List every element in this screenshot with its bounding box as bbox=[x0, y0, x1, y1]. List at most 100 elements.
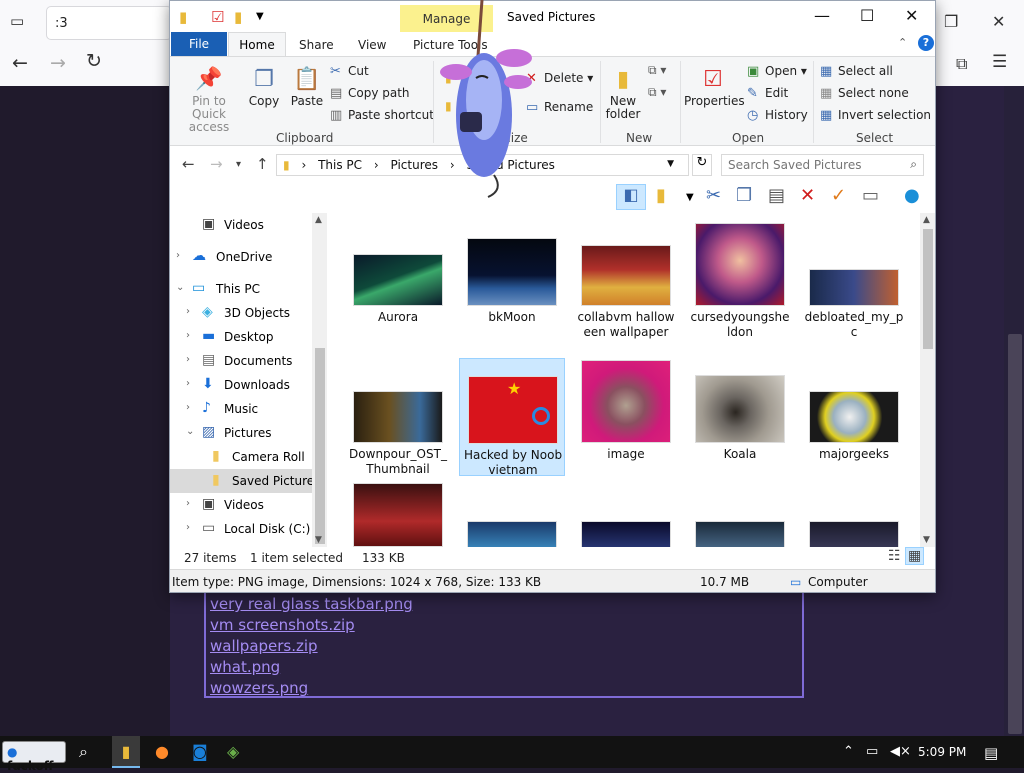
paste-button[interactable]: 📋 Paste bbox=[287, 65, 327, 108]
nav-item-videos[interactable]: ▣ Videos bbox=[170, 213, 312, 237]
file-link[interactable]: wallpapers.zip bbox=[210, 636, 798, 657]
clock[interactable]: 5:09 PM bbox=[918, 745, 966, 759]
tab-file[interactable]: File bbox=[171, 32, 227, 56]
preview-pane-icon[interactable]: ◧ bbox=[616, 184, 646, 210]
volume-muted-icon[interactable]: ◀× bbox=[890, 744, 911, 759]
tab-view[interactable]: View bbox=[358, 38, 386, 52]
browser-tab[interactable]: :3 bbox=[46, 6, 172, 40]
file-link[interactable]: very real glass taskbar.png bbox=[210, 594, 798, 615]
nav-item-local-disk[interactable]: › ▭ Local Disk (C:) bbox=[170, 517, 312, 541]
breadcrumb-this-pc[interactable]: This PC bbox=[318, 158, 362, 172]
paste-shortcut-button[interactable]: ▥ Paste shortcut bbox=[330, 108, 434, 123]
new-folder-button[interactable]: ▮ New folder bbox=[604, 65, 642, 121]
file-tile-debloated-my-pc[interactable]: debloated_my_pc bbox=[801, 221, 907, 339]
nav-item-onedrive[interactable]: › ☁ OneDrive bbox=[170, 245, 312, 269]
breadcrumb-pictures[interactable]: Pictures bbox=[391, 158, 439, 172]
scissors-icon[interactable]: ✂ bbox=[706, 185, 721, 206]
file-link[interactable]: what.png bbox=[210, 657, 798, 678]
nav-item-videos[interactable]: › ▣ Videos bbox=[170, 493, 312, 517]
copy-path-button[interactable]: ▤ Copy path bbox=[330, 86, 410, 101]
tab-share[interactable]: Share bbox=[299, 38, 334, 52]
checkmark-icon[interactable]: ✓ bbox=[831, 185, 846, 206]
new-item-icon[interactable]: ⧉ ▾ bbox=[648, 63, 666, 78]
globe-icon[interactable]: ● bbox=[904, 185, 920, 206]
chevron-down-icon[interactable]: ▼ bbox=[667, 159, 674, 169]
properties-button[interactable]: ☑ Properties bbox=[684, 65, 745, 108]
help-icon[interactable]: ? bbox=[918, 35, 934, 51]
cut-button[interactable]: ✂ Cut bbox=[330, 64, 369, 79]
search-input[interactable] bbox=[722, 155, 902, 175]
nav-item-downloads[interactable]: › ⬇ Downloads bbox=[170, 373, 312, 397]
forward-arrow-icon[interactable]: → bbox=[210, 155, 223, 173]
file-tile-image[interactable]: image bbox=[573, 358, 679, 476]
menu-icon[interactable]: ☰ bbox=[992, 52, 1007, 72]
copy-icon[interactable]: ❐ bbox=[736, 185, 752, 206]
file-link[interactable]: vm screenshots.zip bbox=[210, 615, 798, 636]
page-scrollbar-thumb[interactable] bbox=[1008, 334, 1022, 734]
back-arrow-icon[interactable]: ← bbox=[12, 52, 28, 74]
chevron-right-icon[interactable]: › bbox=[176, 250, 180, 261]
file-tile-partial[interactable] bbox=[573, 481, 679, 547]
file-tile-hacked-by-noob[interactable]: ★ Hacked by Noob vietnam bbox=[459, 358, 565, 477]
firefox-icon[interactable]: ● bbox=[155, 742, 169, 761]
reload-icon[interactable]: ↻ bbox=[86, 50, 102, 72]
history-button[interactable]: ◷ History bbox=[747, 108, 808, 123]
delete-x-icon[interactable]: ✕ bbox=[800, 185, 815, 206]
chevron-down-icon[interactable]: ⌄ bbox=[176, 282, 184, 293]
nav-item-3d-objects[interactable]: › ◈ 3D Objects bbox=[170, 301, 312, 325]
chevron-up-icon[interactable]: ⌃ bbox=[843, 744, 854, 759]
chevron-right-icon[interactable]: › bbox=[186, 306, 190, 317]
invert-selection-button[interactable]: ▦ Invert selection bbox=[820, 108, 931, 123]
file-tile-partial[interactable] bbox=[459, 481, 565, 547]
easy-access-icon[interactable]: ⧉ ▾ bbox=[648, 85, 666, 100]
nav-item-pictures[interactable]: ⌄ ▨ Pictures bbox=[170, 421, 312, 445]
nav-item-camera-roll[interactable]: ▮ Camera Roll bbox=[170, 445, 312, 469]
file-tile-cursedyoungsheldon[interactable]: cursedyoungsheldon bbox=[687, 221, 793, 339]
network-icon[interactable]: ▭ bbox=[866, 744, 878, 759]
folder-options-icon[interactable]: ▮ bbox=[656, 185, 666, 206]
select-none-button[interactable]: ▦ Select none bbox=[820, 86, 909, 101]
select-all-button[interactable]: ▦ Select all bbox=[820, 64, 893, 79]
close-icon[interactable]: ✕ bbox=[905, 6, 918, 25]
nav-item-music[interactable]: › ♪ Music bbox=[170, 397, 312, 421]
chevron-right-icon[interactable]: › bbox=[186, 498, 190, 509]
chevron-down-icon[interactable]: ⌄ bbox=[186, 426, 194, 437]
chevron-down-icon[interactable]: ▼ bbox=[686, 192, 694, 203]
file-tile-majorgeeks[interactable]: majorgeeks bbox=[801, 358, 907, 476]
search-box[interactable]: ⌕ bbox=[721, 154, 924, 176]
nav-scrollbar-thumb[interactable] bbox=[315, 348, 325, 544]
restore-icon[interactable]: ❐ bbox=[944, 12, 958, 31]
app-icon[interactable]: ◈ bbox=[227, 742, 239, 761]
clipboard-icon[interactable]: ▤ bbox=[768, 185, 785, 206]
chevron-right-icon[interactable]: › bbox=[186, 330, 190, 341]
chevron-right-icon[interactable]: › bbox=[186, 378, 190, 389]
taskbar-file-explorer[interactable]: ▮ bbox=[112, 736, 140, 768]
pin-quick-access-button[interactable]: 📌 Pin to Quick access bbox=[176, 65, 242, 134]
new-folder-icon[interactable]: ▮ bbox=[234, 8, 242, 26]
copy-button[interactable]: ❐ Copy bbox=[244, 65, 284, 108]
recent-locations-icon[interactable]: ▾ bbox=[236, 159, 241, 170]
start-button[interactable]: ● fuckoff bbox=[2, 741, 66, 773]
refresh-button[interactable]: ↻ bbox=[692, 154, 712, 176]
chevron-right-icon[interactable]: › bbox=[186, 402, 190, 413]
notifications-icon[interactable]: ▤ bbox=[984, 744, 998, 762]
file-tile-koala[interactable]: Koala bbox=[687, 358, 793, 476]
tab-overview-icon[interactable]: ▭ bbox=[10, 12, 24, 30]
search-icon[interactable]: ⌕ bbox=[79, 742, 88, 762]
file-tile-bkmoon[interactable]: bkMoon bbox=[459, 221, 565, 339]
rename-icon[interactable]: ▭ bbox=[862, 185, 879, 206]
forward-arrow-icon[interactable]: → bbox=[50, 52, 66, 74]
maximize-icon[interactable]: ☐ bbox=[860, 6, 874, 25]
scroll-up-icon[interactable]: ▲ bbox=[315, 215, 322, 225]
file-tile-aurora[interactable]: Aurora bbox=[345, 221, 451, 339]
nav-scrollbar[interactable]: ▲ ▼ bbox=[312, 213, 327, 547]
up-arrow-icon[interactable]: ↑ bbox=[256, 155, 269, 173]
file-tile-collabvm-halloween[interactable]: collabvm halloween wallpaper bbox=[573, 221, 679, 339]
scroll-down-icon[interactable]: ▼ bbox=[315, 535, 322, 545]
open-button[interactable]: ▣ Open ▾ bbox=[747, 64, 807, 79]
extensions-icon[interactable]: ⧉ bbox=[956, 54, 967, 74]
details-view-icon[interactable]: ☷ bbox=[888, 548, 901, 564]
file-tile-partial[interactable] bbox=[687, 481, 793, 547]
close-icon[interactable]: ✕ bbox=[992, 12, 1005, 31]
large-icons-view-icon[interactable]: ▦ bbox=[905, 547, 925, 565]
